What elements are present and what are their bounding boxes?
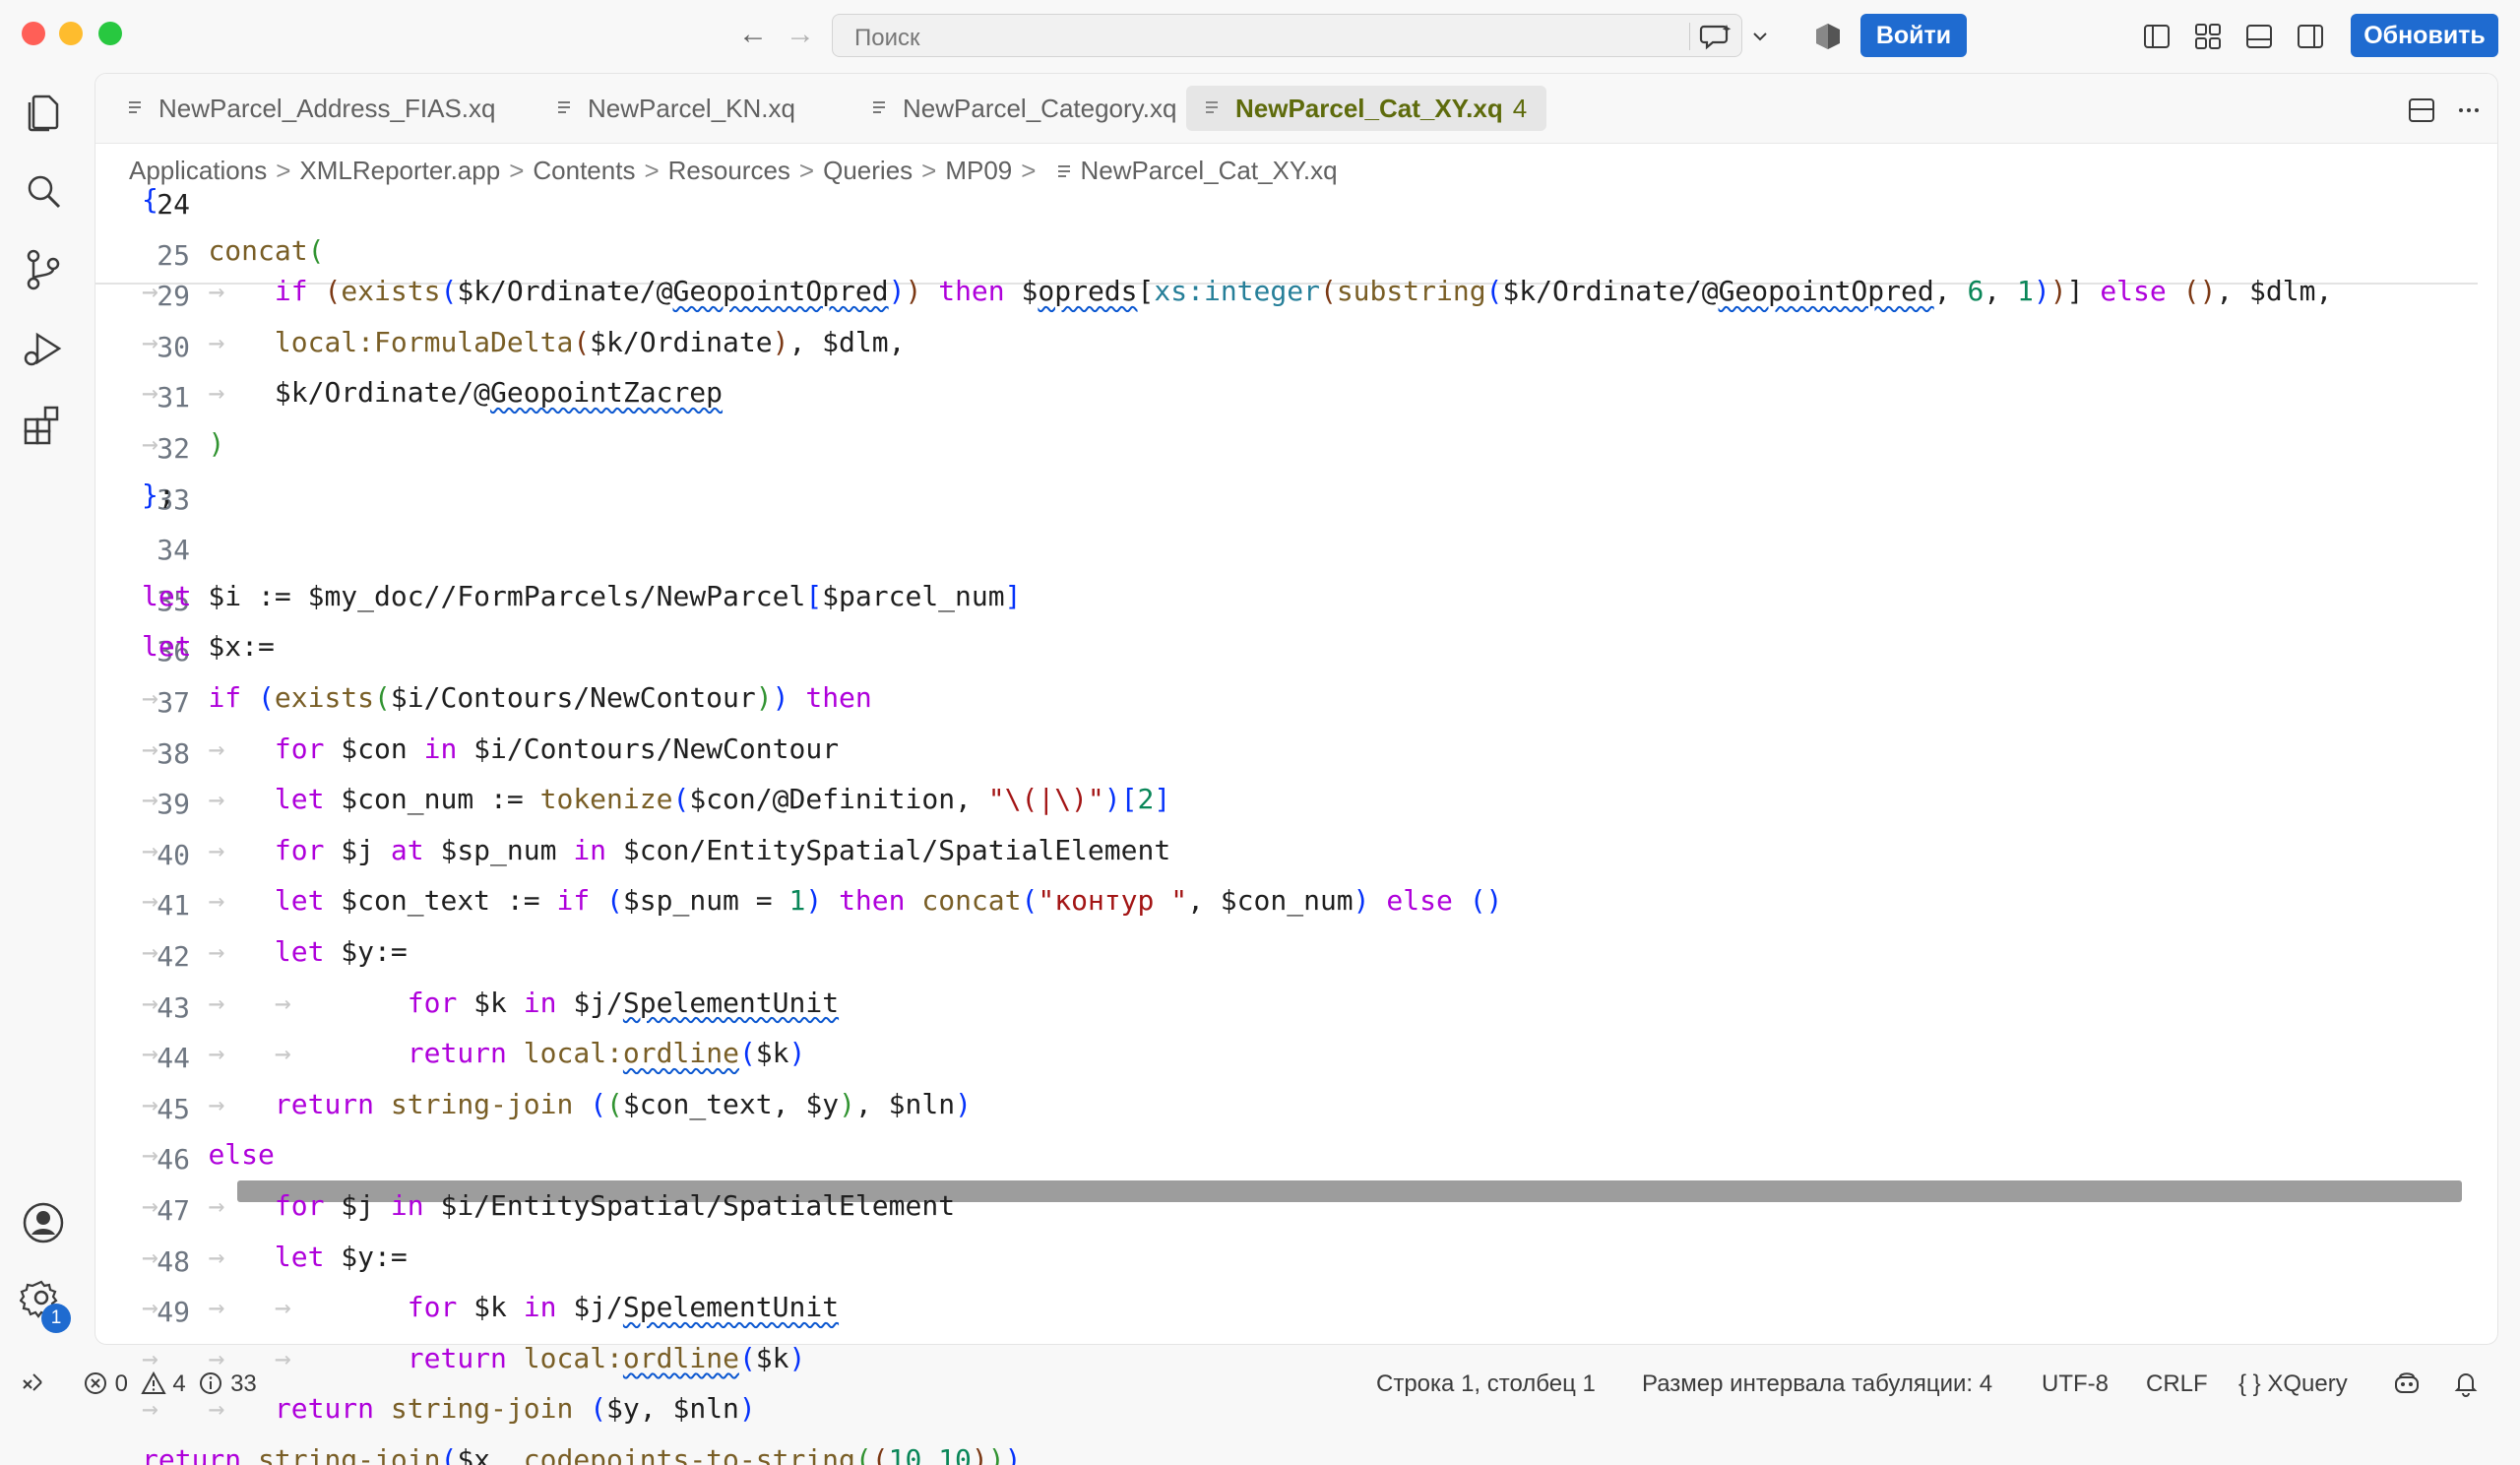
source-control-icon[interactable] xyxy=(20,246,67,293)
code-line[interactable]: }; xyxy=(142,478,175,511)
tab-newparcel-address-fias[interactable]: NewParcel_Address_FIAS.xq xyxy=(109,86,527,131)
code-line[interactable]: → → → return local:ordline($k) xyxy=(142,1037,805,1069)
chevron-right-icon: > xyxy=(798,156,815,185)
code-line[interactable]: → if (exists($i/Contours/NewContour)) th… xyxy=(142,681,872,714)
search-placeholder: Поиск xyxy=(854,25,920,51)
code-line[interactable]: concat( xyxy=(142,234,324,267)
accounts-icon[interactable] xyxy=(20,1199,67,1246)
customize-layout-icon[interactable] xyxy=(2193,22,2223,51)
file-lines-icon xyxy=(129,101,141,113)
code-line[interactable]: → → for $j in $i/EntitySpatial/SpatialEl… xyxy=(142,1189,955,1222)
code-line[interactable]: → → if (exists($k/Ordinate/@GeopointOpre… xyxy=(142,275,2332,307)
code-line[interactable]: → → return string-join (($con_text, $y),… xyxy=(142,1088,972,1120)
toggle-panel-icon[interactable] xyxy=(2244,22,2274,51)
breadcrumb-item[interactable]: Resources xyxy=(668,156,790,185)
tab-label: NewParcel_Category.xq xyxy=(903,94,1177,123)
chevron-down-icon[interactable] xyxy=(1750,27,1770,46)
breadcrumb-item[interactable]: Contents xyxy=(533,156,635,185)
explorer-files-icon[interactable] xyxy=(20,89,67,136)
search-divider xyxy=(1689,23,1690,50)
file-lines-icon xyxy=(558,101,570,113)
breadcrumb-item[interactable]: NewParcel_Cat_XY.xq xyxy=(1080,156,1337,185)
toggle-primary-sidebar-icon[interactable] xyxy=(2142,22,2172,51)
file-lines-icon xyxy=(1206,101,1218,113)
code-line[interactable]: → → local:FormulaDelta($k/Ordinate), $dl… xyxy=(142,326,905,358)
remote-indicator-icon[interactable] xyxy=(18,1369,47,1398)
copilot-icon[interactable] xyxy=(1813,22,1843,51)
editor-tabs: NewParcel_Address_FIAS.xq NewParcel_KN.x… xyxy=(95,74,2497,144)
code-lines-layer: { concat( → → if (exists($k/Ordinate/@Geo… xyxy=(94,185,2408,1465)
code-line[interactable]: → → let $con_text := if ($sp_num = 1) th… xyxy=(142,884,1502,917)
code-line[interactable]: → ) xyxy=(142,427,224,460)
activity-bar: 1 xyxy=(0,73,89,1353)
chevron-right-icon: > xyxy=(1021,156,1037,185)
chevron-right-icon: > xyxy=(921,156,937,185)
tab-newparcel-kn[interactable]: NewParcel_KN.xq xyxy=(538,86,903,131)
chevron-right-icon: > xyxy=(276,156,291,185)
maximize-window-button[interactable] xyxy=(98,22,122,45)
login-button[interactable]: Войти xyxy=(1860,14,1967,57)
tab-newparcel-cat-xy[interactable]: NewParcel_Cat_XY.xq 4 xyxy=(1186,86,1546,131)
search-icon[interactable] xyxy=(20,167,67,215)
minimize-window-button[interactable] xyxy=(59,22,83,45)
update-button[interactable]: Обновить xyxy=(2351,14,2498,57)
problems-count-badge: 4 xyxy=(1512,94,1528,123)
forward-arrow-icon[interactable]: → xyxy=(784,18,817,51)
tab-label: NewParcel_Cat_XY.xq xyxy=(1235,94,1503,123)
run-debug-icon[interactable] xyxy=(20,325,67,372)
code-line[interactable]: let $i := $my_doc//FormParcels/NewParcel… xyxy=(142,580,1021,612)
code-line[interactable]: → → for $con in $i/Contours/NewContour xyxy=(142,732,839,765)
chat-sparkle-icon[interactable] xyxy=(1699,23,1732,50)
toggle-secondary-sidebar-icon[interactable] xyxy=(2296,22,2325,51)
code-line[interactable]: → → for $j at $sp_num in $con/EntitySpat… xyxy=(142,834,1170,866)
code-line[interactable]: { xyxy=(142,185,158,216)
close-window-button[interactable] xyxy=(22,22,45,45)
split-editor-icon[interactable] xyxy=(2407,96,2436,125)
breadcrumb-item[interactable]: Applications xyxy=(129,156,267,185)
code-line[interactable]: → → let $con_num := tokenize($con/@Defin… xyxy=(142,783,1170,815)
command-center-search[interactable]: Поиск xyxy=(832,14,1767,57)
code-line[interactable]: → → → for $k in $j/SpelementUnit xyxy=(142,987,839,1019)
settings-badge: 1 xyxy=(41,1304,71,1333)
code-line[interactable]: → → let $y:= xyxy=(142,1241,408,1273)
chevron-right-icon: > xyxy=(509,156,525,185)
breadcrumb-item[interactable]: Queries xyxy=(823,156,913,185)
extensions-icon[interactable] xyxy=(20,402,67,449)
title-bar: ← → Поиск Войти Обновить xyxy=(0,0,2520,73)
breadcrumb-item[interactable]: XMLReporter.app xyxy=(299,156,500,185)
code-line[interactable]: → → return string-join ($y, $nln) xyxy=(142,1392,756,1425)
tab-label: NewParcel_KN.xq xyxy=(588,94,795,123)
code-line[interactable]: return string-join($x, codepoints-to-str… xyxy=(142,1443,1022,1465)
code-line[interactable]: → → $k/Ordinate/@GeopointZacrep xyxy=(142,376,723,409)
chevron-right-icon: > xyxy=(644,156,660,185)
code-line[interactable]: let $x:= xyxy=(142,630,275,663)
more-actions-icon[interactable] xyxy=(2454,96,2484,125)
breadcrumb: Applications > XMLReporter.app > Contents > Re… xyxy=(129,151,1338,190)
back-arrow-icon[interactable]: ← xyxy=(736,18,770,51)
code-line[interactable]: → else xyxy=(142,1138,275,1171)
code-line[interactable]: → → → for $k in $j/SpelementUnit xyxy=(142,1291,839,1323)
code-line[interactable]: → → → return local:ordline($k) xyxy=(142,1342,805,1374)
file-lines-icon xyxy=(873,101,885,113)
tab-label: NewParcel_Address_FIAS.xq xyxy=(158,94,496,123)
breadcrumb-item[interactable]: MP09 xyxy=(945,156,1012,185)
notifications-bell-icon[interactable] xyxy=(2451,1369,2481,1398)
file-lines-icon xyxy=(1058,165,1071,178)
code-line[interactable]: → → let $y:= xyxy=(142,935,408,968)
